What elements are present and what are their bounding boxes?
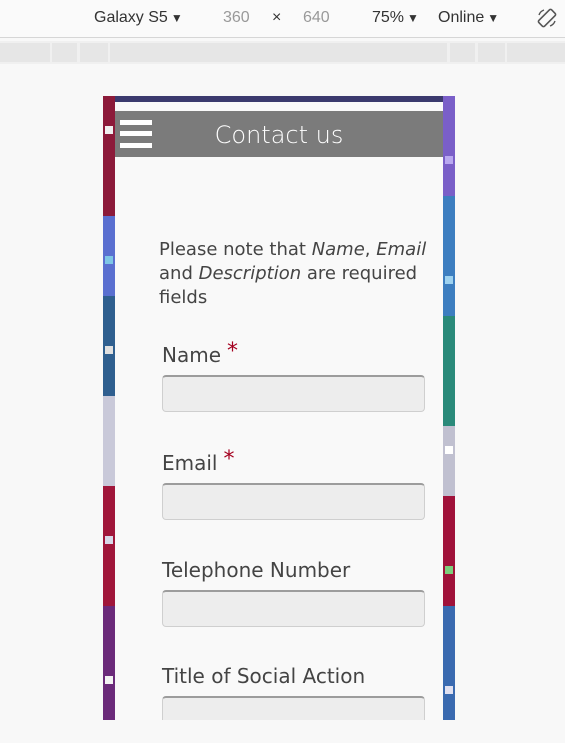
social-action-title-input[interactable]	[162, 696, 425, 720]
network-value: Online	[438, 9, 485, 26]
height-input[interactable]: 640	[303, 9, 330, 27]
media-query-segment[interactable]	[507, 43, 565, 62]
device-viewport: Contact us Please note that Name, Email …	[103, 96, 455, 720]
rotate-icon[interactable]	[537, 8, 557, 28]
media-query-bar	[0, 41, 565, 64]
device-name: Galaxy S5	[94, 9, 168, 26]
social-action-title-field-group: Title of Social Action	[162, 664, 426, 720]
name-field-group: Name *	[162, 339, 426, 412]
required-asterisk: *	[223, 447, 235, 472]
media-query-segment[interactable]	[450, 43, 475, 62]
page-header: Contact us	[115, 111, 443, 157]
note-text: and	[159, 263, 199, 284]
note-text: ,	[364, 239, 377, 260]
telephone-field-group: Telephone Number	[162, 558, 426, 627]
required-asterisk: *	[227, 339, 239, 364]
name-label-text: Name	[162, 343, 222, 367]
media-query-segment[interactable]	[80, 43, 108, 62]
note-name: Name	[311, 239, 365, 260]
page-title: Contact us	[214, 121, 344, 149]
device-caret-icon: ▼	[170, 11, 183, 25]
network-select[interactable]: Online ▼	[438, 9, 499, 27]
network-caret-icon: ▼	[487, 11, 500, 25]
email-input[interactable]	[162, 483, 425, 520]
note-text: Please note that	[159, 239, 312, 260]
zoom-caret-icon: ▼	[407, 11, 419, 25]
width-input[interactable]: 360	[223, 9, 250, 27]
telephone-input[interactable]	[162, 590, 425, 627]
zoom-select[interactable]: 75% ▼	[372, 9, 419, 27]
social-action-title-label: Title of Social Action	[162, 664, 366, 688]
email-label: Email *	[162, 447, 426, 475]
name-input[interactable]	[162, 375, 425, 412]
contact-page: Contact us Please note that Name, Email …	[115, 102, 443, 720]
device-toolbar: Galaxy S5 ▼ 360 × 640 75% ▼ Online ▼	[0, 0, 565, 38]
note-email: Email	[376, 239, 427, 260]
dimension-separator: ×	[272, 9, 282, 26]
media-query-segment[interactable]	[52, 43, 77, 62]
required-fields-note: Please note that Name, Email and Descrip…	[159, 238, 429, 310]
media-query-segment[interactable]	[478, 43, 505, 62]
telephone-label: Telephone Number	[162, 558, 351, 582]
device-select[interactable]: Galaxy S5 ▼	[94, 9, 183, 27]
email-field-group: Email *	[162, 447, 426, 520]
media-query-segment[interactable]	[0, 43, 50, 62]
name-label: Name *	[162, 339, 426, 367]
note-description: Description	[198, 263, 302, 284]
zoom-value: 75%	[372, 9, 405, 26]
media-query-segment[interactable]	[110, 43, 447, 62]
email-label-text: Email	[162, 451, 218, 475]
